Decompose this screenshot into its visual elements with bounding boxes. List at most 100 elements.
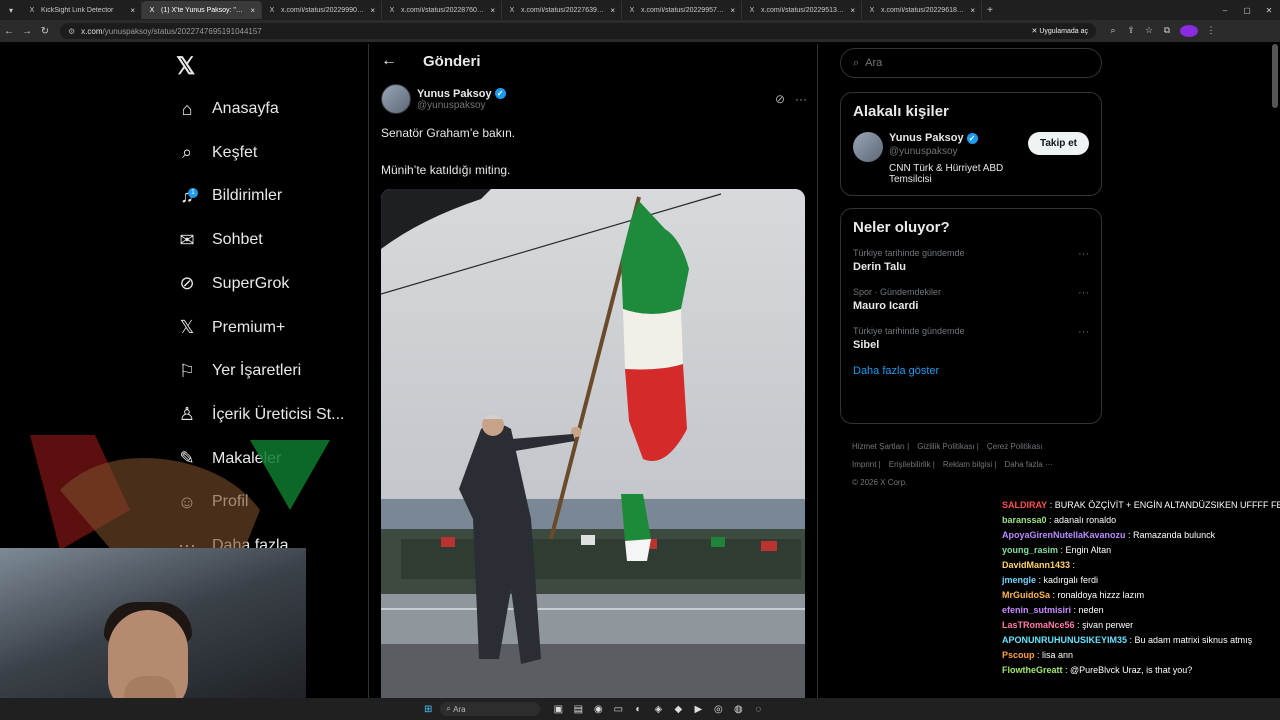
chat-username[interactable]: efenin_sutmisiri: [1002, 605, 1071, 615]
more-options-icon[interactable]: ···: [795, 92, 807, 106]
browser-tab[interactable]: Xx.com/i/status/2022763987238... ×: [502, 1, 622, 19]
profile-avatar[interactable]: [1180, 25, 1198, 37]
app-icon[interactable]: ◆: [668, 704, 688, 715]
grok-icon[interactable]: ⊘: [775, 92, 785, 106]
tab-title: x.com/i/status/2022763987238...: [521, 6, 606, 14]
author-avatar[interactable]: [381, 84, 411, 114]
browser-tab[interactable]: Xx.com/i/status/2022876019026... ×: [382, 1, 502, 19]
footer-link[interactable]: Reklam bilgisi |: [943, 460, 997, 469]
tab-close-icon[interactable]: ×: [970, 6, 975, 15]
back-icon[interactable]: ←: [0, 26, 18, 37]
site-info-icon[interactable]: ⚙: [68, 27, 75, 36]
tab-close-icon[interactable]: ×: [490, 6, 495, 15]
browser-tab[interactable]: Xx.com/i/status/2022961898098... ×: [862, 1, 982, 19]
tab-close-icon[interactable]: ×: [730, 6, 735, 15]
back-arrow-icon[interactable]: ←: [381, 52, 397, 70]
search-box[interactable]: ⌕ Ara: [840, 48, 1102, 78]
folder-icon[interactable]: ▭: [608, 704, 628, 715]
related-bio: CNN Türk & Hürriyet ABD Temsilcisi: [889, 163, 1004, 185]
chat-username[interactable]: young_rasim: [1002, 545, 1058, 555]
browser-icon[interactable]: ◌: [748, 704, 768, 715]
tab-list-menu-icon[interactable]: ▾: [0, 0, 22, 20]
trend-item[interactable]: Türkiye tarihinde gündemde Sibel ···: [853, 326, 1089, 351]
nav-item-bookmark[interactable]: ⚐ Yer İşaretleri: [176, 356, 301, 386]
footer-link[interactable]: Hizmet Şartları |: [852, 442, 909, 451]
browser-tab[interactable]: X (1) X'te Yunus Paksoy: "Senatö... ×: [142, 1, 262, 19]
reload-icon[interactable]: ↻: [36, 26, 54, 37]
tab-close-icon[interactable]: ×: [250, 6, 255, 15]
chat-username[interactable]: DavidMann1433: [1002, 560, 1070, 570]
browser-tab[interactable]: Xx.com/i/status/2022995715266... ×: [622, 1, 742, 19]
tab-close-icon[interactable]: ×: [850, 6, 855, 15]
chat-username[interactable]: ApoyaGirenNutellaKavanozu: [1002, 530, 1126, 540]
discord-icon[interactable]: ◈: [648, 704, 668, 715]
chat-username[interactable]: jmengle: [1002, 575, 1036, 585]
chat-username[interactable]: Pscoup: [1002, 650, 1035, 660]
tab-close-icon[interactable]: ×: [610, 6, 615, 15]
trend-more-icon[interactable]: ···: [1078, 287, 1089, 312]
nav-item-grok[interactable]: ⊘ SuperGrok: [176, 269, 289, 299]
forward-icon[interactable]: →: [18, 26, 36, 37]
windows-start-icon[interactable]: ⊞: [424, 704, 432, 715]
related-avatar[interactable]: [853, 132, 883, 162]
related-person[interactable]: Yunus Paksoy ✓ @yunuspaksoy CNN Türk & H…: [853, 132, 1089, 185]
trend-item[interactable]: Türkiye tarihinde gündemde Derin Talu ···: [853, 248, 1089, 273]
restore-icon[interactable]: ▢: [1236, 0, 1258, 20]
chat-username[interactable]: baranssa0: [1002, 515, 1047, 525]
trend-more-icon[interactable]: ···: [1078, 248, 1089, 273]
related-name-row: Yunus Paksoy ✓: [889, 132, 1028, 144]
whatsapp-icon[interactable]: ◍: [728, 704, 748, 715]
post-image[interactable]: [381, 189, 805, 720]
author-handle[interactable]: @yunuspaksoy: [417, 100, 506, 111]
url-field[interactable]: ⚙ x.com/yunuspaksoy/status/2022747695191…: [60, 23, 1096, 39]
tab-close-icon[interactable]: ×: [370, 6, 375, 15]
browser-menu-icon[interactable]: ⋮: [1202, 25, 1220, 37]
author-name[interactable]: Yunus Paksoy: [417, 88, 492, 100]
nav-item-x[interactable]: 𝕏 Premium+: [176, 313, 286, 343]
nav-item-mail[interactable]: ✉ Sohbet: [176, 225, 262, 255]
trend-item[interactable]: Spor · Gündemdekiler Mauro Icardi ···: [853, 287, 1089, 312]
footer-link[interactable]: Daha fazla ···: [1005, 460, 1053, 469]
bookmark-star-icon[interactable]: ☆: [1140, 25, 1158, 37]
chat-username[interactable]: FlowtheGreatt: [1002, 665, 1063, 675]
nav-item-home[interactable]: ⌂ Anasayfa: [176, 94, 279, 124]
trend-more-icon[interactable]: ···: [1078, 326, 1089, 351]
x-logo-icon[interactable]: 𝕏: [176, 52, 195, 81]
extensions-icon[interactable]: ⧉: [1158, 25, 1176, 37]
taskbar-search[interactable]: ⌕ Ara: [440, 702, 541, 716]
show-more-link[interactable]: Daha fazla göster: [853, 365, 1089, 377]
browser-tab[interactable]: Xx.com/i/status/2022951387858... ×: [742, 1, 862, 19]
related-name[interactable]: Yunus Paksoy: [889, 132, 964, 144]
nav-item-creator[interactable]: ♙ İçerik Üreticisi St...: [176, 400, 345, 430]
footer-link[interactable]: Imprint |: [852, 460, 881, 469]
chat-username[interactable]: APONUNRUHUNUSIKEYIM35: [1002, 635, 1127, 645]
chat-username[interactable]: MrGuidoSa: [1002, 590, 1050, 600]
page-scrollbar[interactable]: [1272, 44, 1278, 108]
new-tab-button[interactable]: +: [982, 5, 998, 16]
open-in-app-chip[interactable]: ✕ Uygulamada aç: [1032, 27, 1088, 36]
minimize-icon[interactable]: –: [1214, 0, 1236, 20]
footer-link[interactable]: Çerez Politikası: [987, 442, 1043, 451]
footer-link[interactable]: Gizlilik Politikası |: [917, 442, 979, 451]
nav-item-bell[interactable]: ♫ 1 Bildirimler: [176, 181, 282, 211]
nav-item-search[interactable]: ⌕ Keşfet: [176, 138, 257, 168]
follow-button[interactable]: Takip et: [1027, 132, 1089, 155]
related-info: Yunus Paksoy ✓ @yunuspaksoy CNN Türk & H…: [889, 132, 1028, 185]
file-explorer-icon[interactable]: ▤: [568, 704, 588, 715]
share-icon[interactable]: ⇪: [1122, 25, 1140, 37]
zoom-icon[interactable]: ⌕: [1104, 25, 1122, 37]
chat-username[interactable]: SALDIRAY: [1002, 500, 1047, 510]
browser-tab[interactable]: Xx.com/i/status/2022999054054... ×: [262, 1, 382, 19]
close-window-icon[interactable]: ✕: [1258, 0, 1280, 20]
task-view-icon[interactable]: ▣: [548, 704, 568, 715]
tab-title: (1) X'te Yunus Paksoy: "Senatö...: [161, 6, 246, 14]
browser-tab[interactable]: X KickSight Link Detector ×: [22, 1, 142, 19]
chat-separator: :: [1070, 560, 1076, 570]
chrome-icon[interactable]: ◉: [588, 704, 608, 715]
footer-link[interactable]: Erişilebilirlik |: [889, 460, 935, 469]
spotify-icon[interactable]: ◎: [708, 704, 728, 715]
media-icon[interactable]: ▶: [688, 704, 708, 715]
chat-username[interactable]: LasTRomaNce56: [1002, 620, 1075, 630]
edge-icon[interactable]: ◐: [628, 704, 648, 715]
tab-close-icon[interactable]: ×: [130, 6, 135, 15]
